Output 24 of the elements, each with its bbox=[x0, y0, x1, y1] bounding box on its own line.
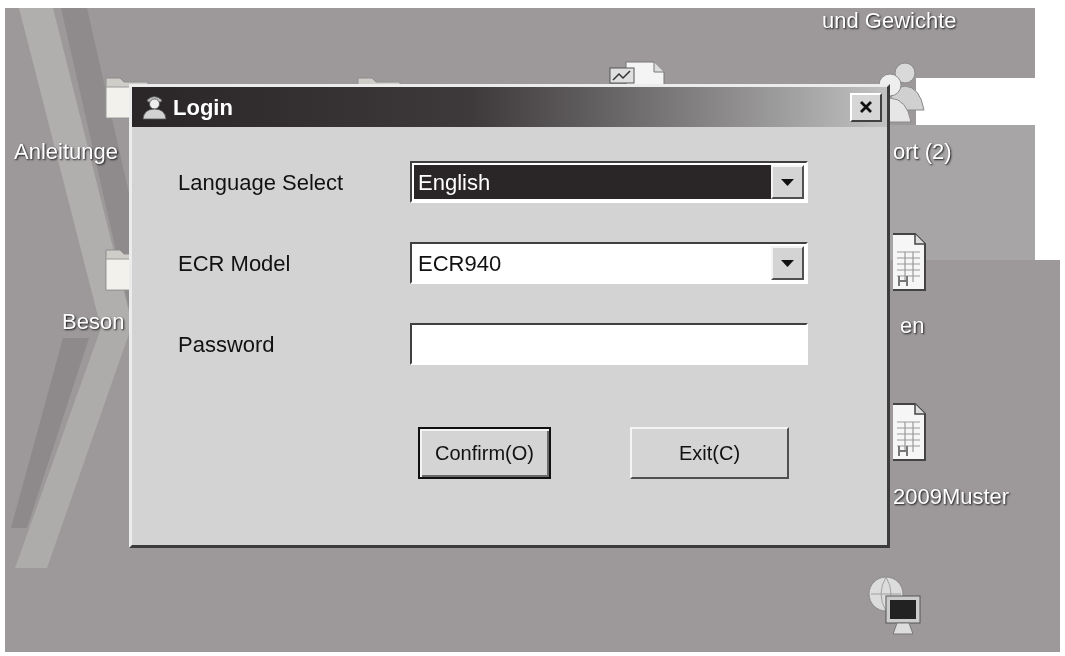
caret-icon bbox=[781, 259, 794, 267]
desktop-icon-label: Anleitunge bbox=[14, 139, 118, 165]
password-field[interactable] bbox=[410, 323, 808, 365]
dialog-button[interactable]: Exit(C) bbox=[630, 427, 789, 479]
user-icon bbox=[141, 94, 168, 120]
combo-value: English bbox=[414, 165, 771, 199]
close-icon bbox=[859, 100, 873, 114]
dropdown-button[interactable] bbox=[771, 246, 804, 280]
desktop-icon-label: ort (2) bbox=[893, 139, 952, 165]
desktop-icon-label: Beson bbox=[62, 309, 125, 335]
field-label: ECR Model bbox=[178, 249, 292, 278]
field-label: Language Select bbox=[178, 168, 345, 197]
dialog-button[interactable]: Confirm(O) bbox=[418, 427, 551, 479]
desktop-icon-label: 2009Muster bbox=[893, 484, 1010, 510]
close-button[interactable] bbox=[850, 92, 882, 122]
field-label: Password bbox=[178, 330, 276, 359]
desktop-icon-label: und Gewichte bbox=[822, 8, 957, 34]
network-computer-icon[interactable] bbox=[866, 574, 924, 638]
caret-icon bbox=[781, 178, 794, 186]
desktop-icon-label: en bbox=[900, 313, 925, 339]
combo-box[interactable]: English bbox=[410, 161, 808, 203]
window-title: Login bbox=[173, 93, 233, 122]
combo-box[interactable]: ECR940 bbox=[410, 242, 808, 284]
dropdown-button[interactable] bbox=[771, 165, 804, 199]
